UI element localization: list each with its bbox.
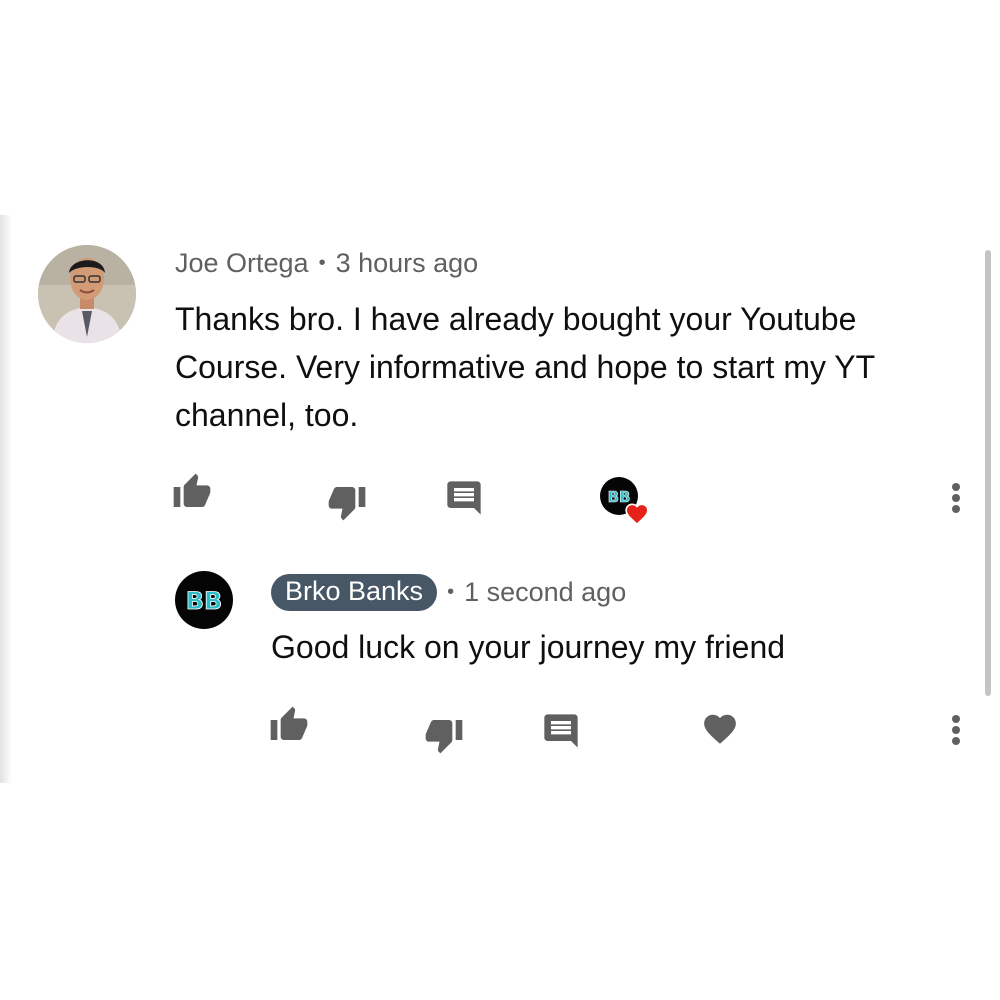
thumbs-down-icon[interactable]: [327, 482, 367, 522]
creator-heart-icon: [625, 503, 649, 526]
thumbs-down-icon[interactable]: [424, 715, 464, 755]
reply-icon[interactable]: [444, 478, 484, 518]
person-photo-icon: [38, 245, 136, 343]
reply-more-icon[interactable]: [951, 715, 961, 748]
thumbs-up-icon[interactable]: [172, 472, 212, 512]
comment-timestamp[interactable]: 3 hours ago: [336, 248, 479, 279]
scrollbar[interactable]: [985, 250, 991, 696]
comment-text: Thanks bro. I have already bought your Y…: [175, 301, 875, 433]
comment-more-icon[interactable]: [951, 483, 961, 516]
reply-icon[interactable]: [541, 711, 581, 751]
heart-icon[interactable]: [701, 710, 739, 748]
brko-banks-avatar[interactable]: BB: [175, 571, 233, 629]
comment-author[interactable]: Joe Ortega: [175, 248, 309, 279]
reply-text: Good luck on your journey my friend: [271, 629, 786, 665]
meta-separator-dot: •: [447, 581, 455, 603]
svg-text:BB: BB: [186, 587, 223, 615]
reply-timestamp[interactable]: 1 second ago: [464, 577, 626, 608]
panel-edge-shadow: [0, 215, 12, 783]
reply-author-chip[interactable]: Brko Banks: [271, 574, 438, 611]
meta-separator-dot: •: [318, 252, 326, 274]
joe-ortega-avatar[interactable]: [38, 245, 136, 343]
thumbs-up-icon[interactable]: [269, 705, 309, 745]
bb-logo-icon: BB: [185, 587, 223, 615]
comment-meta: Joe Ortega • 3 hours ago: [175, 248, 478, 279]
reply-meta: Brko Banks • 1 second ago: [271, 574, 626, 611]
